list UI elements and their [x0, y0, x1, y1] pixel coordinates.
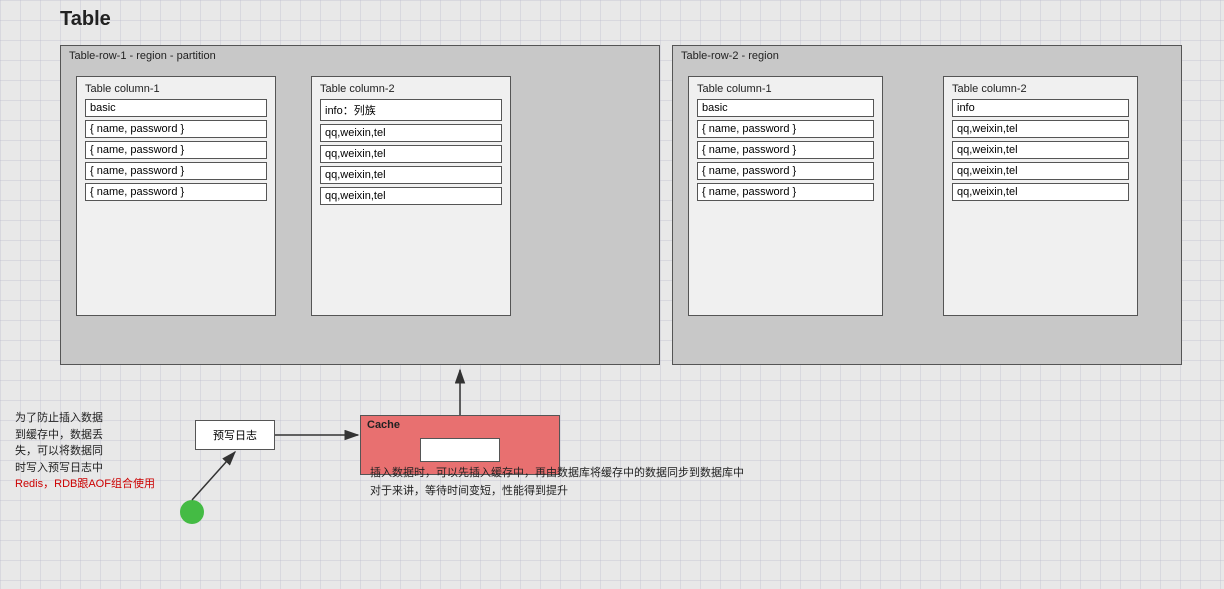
- prewrite-box: 预写日志: [195, 420, 275, 450]
- row1-col1-row4: { name, password }: [85, 183, 267, 201]
- annotation-left: 为了防止插入数据 到缓存中，数据丢 失，可以将数据同 时写入预写日志中 Redi…: [15, 410, 180, 493]
- row1-col2-row1: qq,weixin,tel: [320, 124, 502, 142]
- row1-col2-row2: qq,weixin,tel: [320, 145, 502, 163]
- annotation-left-line1: 为了防止插入数据: [15, 412, 103, 424]
- green-circle: [180, 500, 204, 524]
- row1-col1-row1: { name, password }: [85, 120, 267, 138]
- table-row2-label: Table-row-2 - region: [681, 50, 779, 62]
- row1-col2-box: Table column-2 info：列族 qq,weixin,tel qq,…: [311, 76, 511, 316]
- annotation-right: 插入数据时，可以先插入缓存中，再由数据库将缓存中的数据同步到数据库中 对于来讲，…: [370, 465, 870, 500]
- row2-col2-row2: qq,weixin,tel: [952, 141, 1129, 159]
- cache-label: Cache: [367, 419, 400, 431]
- row2-col2-box: Table column-2 info qq,weixin,tel qq,wei…: [943, 76, 1138, 316]
- page-title: Table: [60, 8, 111, 31]
- row1-col2-row4: qq,weixin,tel: [320, 187, 502, 205]
- annotation-left-line2: 到缓存中，数据丢: [15, 429, 103, 441]
- row2-col1-box: Table column-1 basic { name, password } …: [688, 76, 883, 316]
- prewrite-label: 预写日志: [213, 427, 257, 443]
- row1-col2-label: Table column-2: [320, 83, 510, 95]
- row1-col1-box: Table column-1 basic { name, password } …: [76, 76, 276, 316]
- row2-col2-row4: qq,weixin,tel: [952, 183, 1129, 201]
- row2-col1-row1: { name, password }: [697, 120, 874, 138]
- row1-col1-row3: { name, password }: [85, 162, 267, 180]
- table-row1-label: Table-row-1 - region - partition: [69, 50, 216, 62]
- annotation-left-line3: 失，可以将数据同: [15, 445, 103, 457]
- row2-col1-row2: { name, password }: [697, 141, 874, 159]
- annotation-left-line5: Redis，RDB跟AOF组合使用: [15, 478, 155, 490]
- row2-col1-row3: { name, password }: [697, 162, 874, 180]
- annotation-right-line1: 插入数据时，可以先插入缓存中，再由数据库将缓存中的数据同步到数据库中: [370, 465, 870, 483]
- row1-col1-row2: { name, password }: [85, 141, 267, 159]
- row2-col2-label: Table column-2: [952, 83, 1137, 95]
- cache-inner: [420, 438, 500, 462]
- annotation-right-line2: 对于来讲，等待时间变短，性能得到提升: [370, 483, 870, 501]
- row1-col2-row3: qq,weixin,tel: [320, 166, 502, 184]
- row1-col1-label: Table column-1: [85, 83, 275, 95]
- annotation-left-line4: 时写入预写日志中: [15, 462, 103, 474]
- row1-col1-header: basic: [85, 99, 267, 117]
- table-row2-container: Table-row-2 - region Table column-1 basi…: [672, 45, 1182, 365]
- table-row1-container: Table-row-1 - region - partition Table c…: [60, 45, 660, 365]
- row2-col2-row1: qq,weixin,tel: [952, 120, 1129, 138]
- row2-col2-header: info: [952, 99, 1129, 117]
- row2-col1-header: basic: [697, 99, 874, 117]
- row2-col1-row4: { name, password }: [697, 183, 874, 201]
- row2-col2-row3: qq,weixin,tel: [952, 162, 1129, 180]
- row1-col2-header: info：列族: [320, 99, 502, 121]
- row2-col1-label: Table column-1: [697, 83, 882, 95]
